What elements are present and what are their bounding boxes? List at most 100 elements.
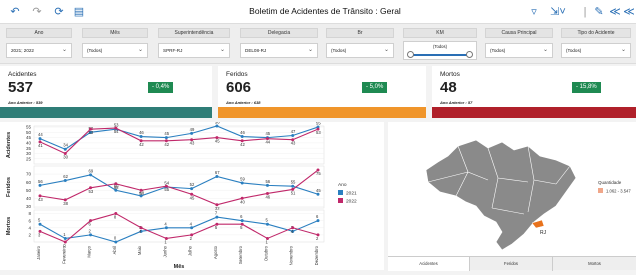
y-tick-label: 50: [26, 130, 32, 135]
chevron-down-icon: ⌄: [61, 47, 67, 53]
map-legend-swatch: [598, 188, 603, 193]
data-label: 6: [316, 214, 319, 219]
data-label: 56: [215, 122, 220, 125]
brazil-map[interactable]: RJ Quantidade 1.062 - 3.547: [388, 122, 636, 256]
filter-ano-dropdown[interactable]: 2021; 2022 ⌄: [6, 43, 72, 58]
y-tick-label: 55: [26, 125, 32, 130]
filter-label: Ano: [6, 28, 72, 38]
divider-icon: |: [583, 6, 587, 18]
more-icon[interactable]: ≪: [622, 5, 636, 19]
data-label: 54: [164, 181, 169, 186]
km-range-slider[interactable]: (Todos): [403, 41, 477, 60]
data-label: 54: [114, 129, 119, 134]
filter-value: 2021; 2022: [11, 48, 34, 53]
refresh-icon[interactable]: ⟳: [52, 5, 66, 19]
y-tick-label: 50: [26, 188, 32, 193]
kpi-label: Acidentes: [8, 71, 37, 78]
data-point: [265, 183, 269, 187]
filter-mes-dropdown[interactable]: (Todos) ⌄: [82, 43, 148, 58]
data-label: 55: [316, 122, 321, 126]
data-point: [114, 240, 118, 244]
x-tick-label: Março: [87, 245, 92, 257]
redo-icon[interactable]: ↷: [30, 5, 44, 19]
filter-delegacia-dropdown[interactable]: DEL08-RJ ⌄: [240, 43, 318, 58]
data-label: 43: [190, 141, 195, 146]
kpi-card-mortos: Mortos 48 - 15,8% Ano Anterior : 57: [432, 66, 636, 118]
data-label: 2: [89, 228, 92, 233]
data-point: [164, 136, 168, 140]
edit-icon[interactable]: ✎: [592, 5, 606, 19]
x-tick-label: Agosto: [213, 245, 218, 259]
data-point: [215, 215, 219, 219]
data-label: 2: [190, 236, 193, 241]
kpi-color-bar: [0, 107, 212, 118]
data-point: [164, 226, 168, 230]
x-tick-label: Maio: [137, 245, 142, 255]
brazil-shape[interactable]: [425, 139, 577, 251]
data-point: [63, 236, 67, 240]
legend-swatch-2022: [338, 198, 343, 203]
data-label: 49: [190, 127, 195, 132]
data-point: [291, 134, 295, 137]
data-label: 53: [89, 130, 94, 135]
data-label: 46: [240, 130, 245, 135]
slider-track: [412, 54, 468, 56]
data-label: 52: [190, 182, 195, 187]
data-point: [190, 226, 194, 230]
filter-value: (Todos): [566, 48, 582, 53]
filter-value: (Todos): [87, 48, 103, 53]
filter-causa-dropdown[interactable]: (Todos) ⌄: [485, 43, 553, 58]
filter-tipo-dropdown[interactable]: (Todos) ⌄: [561, 43, 631, 58]
slider-handle-min[interactable]: [407, 51, 414, 58]
filter-mes: Mês (Todos) ⌄: [82, 28, 148, 62]
data-label: 6: [240, 214, 243, 219]
chevron-down-icon: ⌄: [620, 47, 626, 53]
line-chart-panel: 25303540455055Acidentes44345053464549564…: [0, 120, 384, 270]
filter-br-dropdown[interactable]: (Todos) ⌄: [326, 43, 394, 58]
y-tick-label: 2: [28, 232, 31, 237]
data-label: 51: [291, 190, 296, 195]
filter-label: KM: [403, 28, 477, 38]
y-tick-label: 25: [26, 156, 32, 161]
kpi-value: 537: [8, 79, 34, 96]
tab-feridos[interactable]: Feridos: [470, 257, 553, 271]
x-tick-label: Setembro: [238, 245, 243, 264]
y-axis-label: Mortos: [6, 217, 12, 235]
data-label: 0: [114, 236, 117, 241]
export-icon[interactable]: ⇲˅: [548, 5, 568, 19]
data-point: [190, 187, 194, 191]
undo-icon[interactable]: ↶: [8, 5, 22, 19]
y-tick-label: 60: [26, 180, 32, 185]
tab-mortos[interactable]: Mortos: [553, 257, 636, 271]
filter-superintendencia-dropdown[interactable]: SPRF-RJ ⌄: [158, 43, 230, 58]
y-tick-label: 45: [26, 135, 32, 140]
y-axis-label: Acidentes: [6, 132, 12, 158]
data-label: 59: [240, 176, 245, 181]
x-tick-label: Janeiro: [36, 245, 41, 259]
data-label: 4: [164, 221, 167, 226]
data-label: 55: [291, 180, 296, 185]
data-point: [215, 124, 219, 128]
data-point: [38, 222, 42, 226]
filter-label: Tipo do Acidente: [561, 28, 631, 38]
data-point: [240, 219, 244, 223]
collapse-icon[interactable]: ≪: [608, 5, 622, 19]
y-tick-label: 70: [26, 172, 32, 177]
report-icon[interactable]: ▤: [72, 5, 86, 19]
legend-label-2022: 2022: [346, 199, 357, 205]
slider-handle-max[interactable]: [466, 51, 473, 58]
chevron-down-icon: ⌄: [219, 47, 225, 53]
y-axis-label: Feridos: [6, 177, 12, 197]
filter-delegacia: Delegacia DEL08-RJ ⌄: [240, 28, 318, 62]
data-label: 58: [114, 185, 119, 190]
data-point: [240, 135, 244, 139]
filter-icon[interactable]: ▿: [527, 5, 541, 19]
tab-acidentes[interactable]: Acidentes: [388, 257, 470, 271]
filter-value: (Todos): [490, 48, 506, 53]
y-tick-label: 40: [26, 140, 32, 145]
data-label: 6: [89, 222, 92, 227]
filter-label: Causa Principal: [485, 28, 553, 38]
data-label: 45: [316, 188, 321, 193]
data-point: [215, 175, 219, 178]
data-label: 2: [316, 236, 319, 241]
